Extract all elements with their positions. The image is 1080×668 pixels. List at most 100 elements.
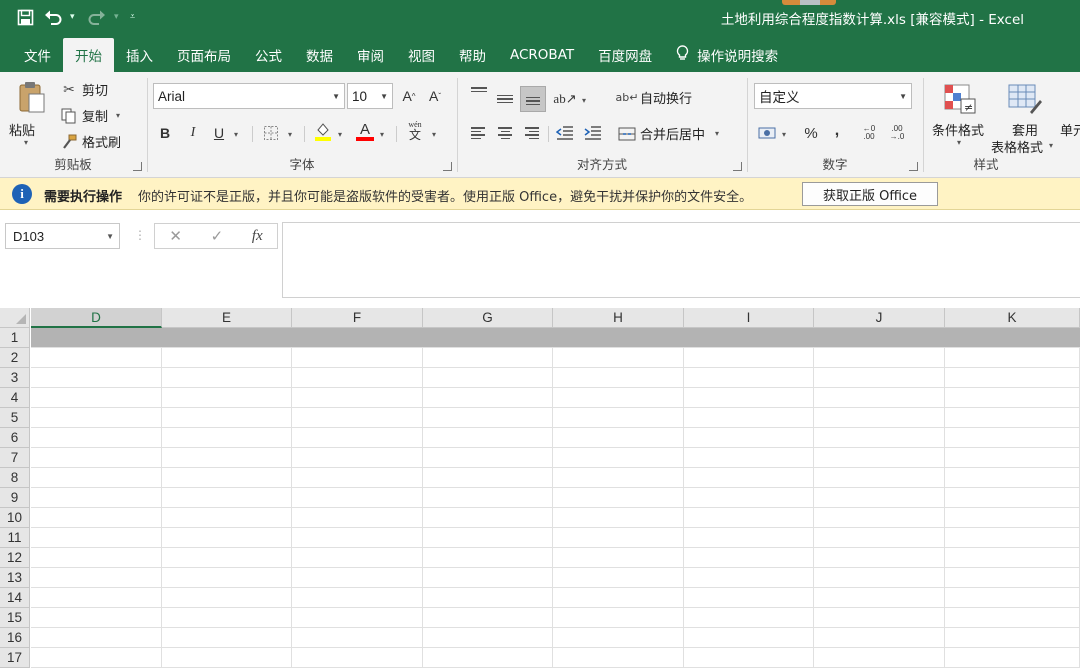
middle-align-icon[interactable]	[494, 88, 516, 110]
increase-font-size-button[interactable]: A ^	[398, 85, 420, 107]
row-header-14[interactable]: 14	[0, 588, 30, 608]
redo-dropdown-icon[interactable]: ▾	[114, 12, 124, 22]
italic-button[interactable]: I	[182, 122, 204, 144]
font-dialog-launcher-icon[interactable]	[443, 162, 452, 171]
column-header-g[interactable]: G	[423, 308, 553, 328]
row-header-10[interactable]: 10	[0, 508, 30, 528]
top-align-icon[interactable]	[468, 82, 490, 104]
formula-input[interactable]	[282, 222, 1080, 298]
conditional-formatting-dropdown-icon[interactable]: ▾	[957, 138, 961, 147]
tab-formulas[interactable]: 公式	[243, 38, 294, 72]
worksheet-grid[interactable]: DEFGHIJK 1 2 3 4 5 6 7 8 9 10 11 12 13 14 15 16 17	[0, 308, 1080, 668]
fill-color-button[interactable]	[312, 120, 334, 142]
format-as-table-dropdown-icon[interactable]: ▾	[1049, 141, 1053, 150]
copy-dropdown-icon[interactable]: ▾	[116, 111, 120, 120]
align-center-icon[interactable]	[494, 122, 516, 144]
orientation-dropdown-icon[interactable]: ▾	[582, 96, 586, 105]
accounting-format-icon[interactable]	[756, 122, 778, 144]
row-header-12[interactable]: 12	[0, 548, 30, 568]
column-header-d[interactable]: D	[31, 308, 162, 328]
tab-home[interactable]: 开始	[63, 38, 114, 72]
column-header-e[interactable]: E	[162, 308, 292, 328]
increase-decimal-icon[interactable]: ←0.00	[858, 122, 880, 144]
select-all-button[interactable]	[0, 308, 30, 328]
merge-center-button[interactable]: 合并后居中 ▾	[618, 124, 719, 143]
decrease-indent-icon[interactable]	[554, 122, 576, 144]
font-color-dropdown-icon[interactable]: ▾	[380, 130, 384, 139]
align-right-icon[interactable]	[520, 122, 542, 144]
row-header-6[interactable]: 6	[0, 428, 30, 448]
row-header-17[interactable]: 17	[0, 648, 30, 668]
clipboard-dialog-launcher-icon[interactable]	[133, 162, 142, 171]
underline-dropdown-icon[interactable]: ▾	[234, 130, 238, 139]
save-icon[interactable]	[14, 6, 36, 28]
row-header-9[interactable]: 9	[0, 488, 30, 508]
comma-style-button[interactable]: ,	[826, 120, 848, 142]
row-1-fill[interactable]	[31, 328, 1080, 348]
row-header-7[interactable]: 7	[0, 448, 30, 468]
name-box-dropdown-icon[interactable]: ▼	[106, 232, 114, 241]
paste-button[interactable]: 粘贴 ▾	[9, 78, 50, 152]
decrease-decimal-icon[interactable]: .00 →.0	[886, 122, 908, 144]
tab-page-layout[interactable]: 页面布局	[165, 38, 243, 72]
underline-button[interactable]: U	[208, 122, 230, 144]
decrease-font-size-button[interactable]: Aˇ	[424, 85, 446, 107]
font-size-combo[interactable]: 10 ▼	[347, 83, 393, 109]
format-as-table-button[interactable]: 套用 表格格式 ▾	[990, 80, 1058, 156]
row-header-1[interactable]: 1	[0, 328, 30, 348]
borders-button[interactable]	[260, 122, 282, 144]
increase-indent-icon[interactable]	[582, 122, 604, 144]
font-name-dropdown-icon[interactable]: ▼	[332, 92, 340, 101]
undo-icon[interactable]	[42, 6, 64, 28]
borders-dropdown-icon[interactable]: ▾	[288, 130, 292, 139]
redo-icon[interactable]	[86, 6, 108, 28]
tab-file[interactable]: 文件	[12, 38, 63, 72]
font-color-button[interactable]: A	[354, 120, 376, 142]
tab-baidu-netdisk[interactable]: 百度网盘	[586, 38, 664, 72]
row-header-3[interactable]: 3	[0, 368, 30, 388]
column-header-i[interactable]: I	[684, 308, 814, 328]
bottom-align-icon[interactable]	[520, 86, 546, 112]
column-header-h[interactable]: H	[553, 308, 684, 328]
get-genuine-office-button[interactable]: 获取正版 Office	[802, 182, 938, 206]
conditional-formatting-button[interactable]: ≠ 条件格式 ▾	[930, 80, 990, 150]
insert-function-icon[interactable]: fx	[252, 228, 263, 245]
enter-icon[interactable]: ✓	[211, 227, 224, 245]
column-header-k[interactable]: K	[945, 308, 1080, 328]
tab-help[interactable]: 帮助	[447, 38, 498, 72]
formula-bar-resize-handle[interactable]: ⋮	[134, 228, 146, 242]
row-header-16[interactable]: 16	[0, 628, 30, 648]
number-format-dropdown-icon[interactable]: ▼	[899, 92, 907, 101]
cancel-icon[interactable]: ✕	[169, 227, 182, 245]
tab-view[interactable]: 视图	[396, 38, 447, 72]
font-size-dropdown-icon[interactable]: ▼	[380, 92, 388, 101]
format-painter-button[interactable]: 格式刷	[60, 132, 121, 151]
name-box[interactable]: D103 ▼	[5, 223, 120, 249]
accounting-dropdown-icon[interactable]: ▾	[782, 130, 786, 139]
merge-center-dropdown-icon[interactable]: ▾	[715, 129, 719, 138]
fill-color-dropdown-icon[interactable]: ▾	[338, 130, 342, 139]
undo-dropdown-icon[interactable]: ▾	[70, 12, 80, 22]
orientation-icon[interactable]: ab↗	[553, 88, 576, 110]
row-header-4[interactable]: 4	[0, 388, 30, 408]
alignment-dialog-launcher-icon[interactable]	[733, 162, 742, 171]
bold-button[interactable]: B	[154, 122, 176, 144]
customize-qat-icon[interactable]: ⩡	[130, 12, 140, 22]
row-header-11[interactable]: 11	[0, 528, 30, 548]
tab-insert[interactable]: 插入	[114, 38, 165, 72]
column-header-j[interactable]: J	[814, 308, 945, 328]
tab-acrobat[interactable]: ACROBAT	[498, 38, 586, 72]
row-header-5[interactable]: 5	[0, 408, 30, 428]
phonetic-dropdown-icon[interactable]: ▾	[432, 130, 436, 139]
percent-style-button[interactable]: %	[800, 122, 822, 144]
row-header-13[interactable]: 13	[0, 568, 30, 588]
align-left-icon[interactable]	[468, 122, 490, 144]
row-header-15[interactable]: 15	[0, 608, 30, 628]
font-name-combo[interactable]: Arial ▼	[153, 83, 345, 109]
copy-button[interactable]: 复制 ▾	[60, 106, 120, 125]
row-header-2[interactable]: 2	[0, 348, 30, 368]
phonetic-guide-button[interactable]: wén 文	[404, 120, 426, 142]
wrap-text-button[interactable]: ab↵ 自动换行	[616, 88, 692, 107]
tab-data[interactable]: 数据	[294, 38, 345, 72]
tell-me-search[interactable]: 操作说明搜索	[664, 38, 790, 72]
